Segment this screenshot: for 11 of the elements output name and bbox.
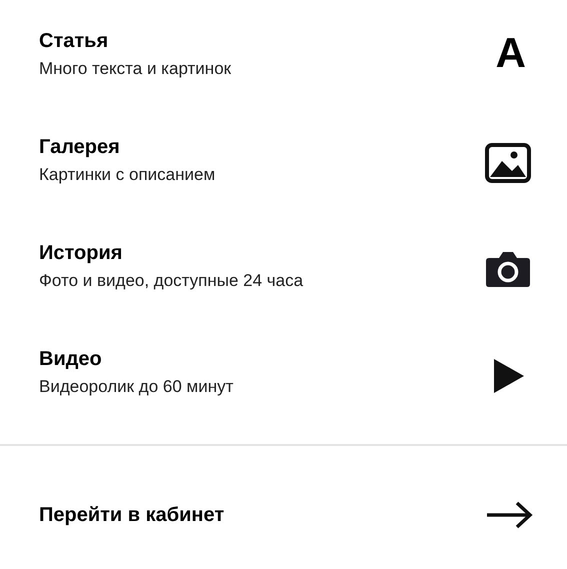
item-title[interactable]: Галерея: [39, 136, 216, 159]
item-subtitle: Много текста и картинок: [39, 59, 232, 79]
item-subtitle: Фото и видео, доступные 24 часа: [39, 271, 304, 291]
item-title[interactable]: Видео: [39, 348, 234, 371]
cabinet-link[interactable]: Перейти в кабинет: [39, 504, 224, 526]
item-title[interactable]: Статья: [39, 30, 232, 53]
item-subtitle: Видеоролик до 60 минут: [39, 377, 234, 397]
arrow-right-icon: [485, 500, 533, 530]
letter-icon: A: [496, 32, 526, 74]
item-subtitle: Картинки с описанием: [39, 165, 216, 185]
item-title[interactable]: История: [39, 242, 304, 265]
